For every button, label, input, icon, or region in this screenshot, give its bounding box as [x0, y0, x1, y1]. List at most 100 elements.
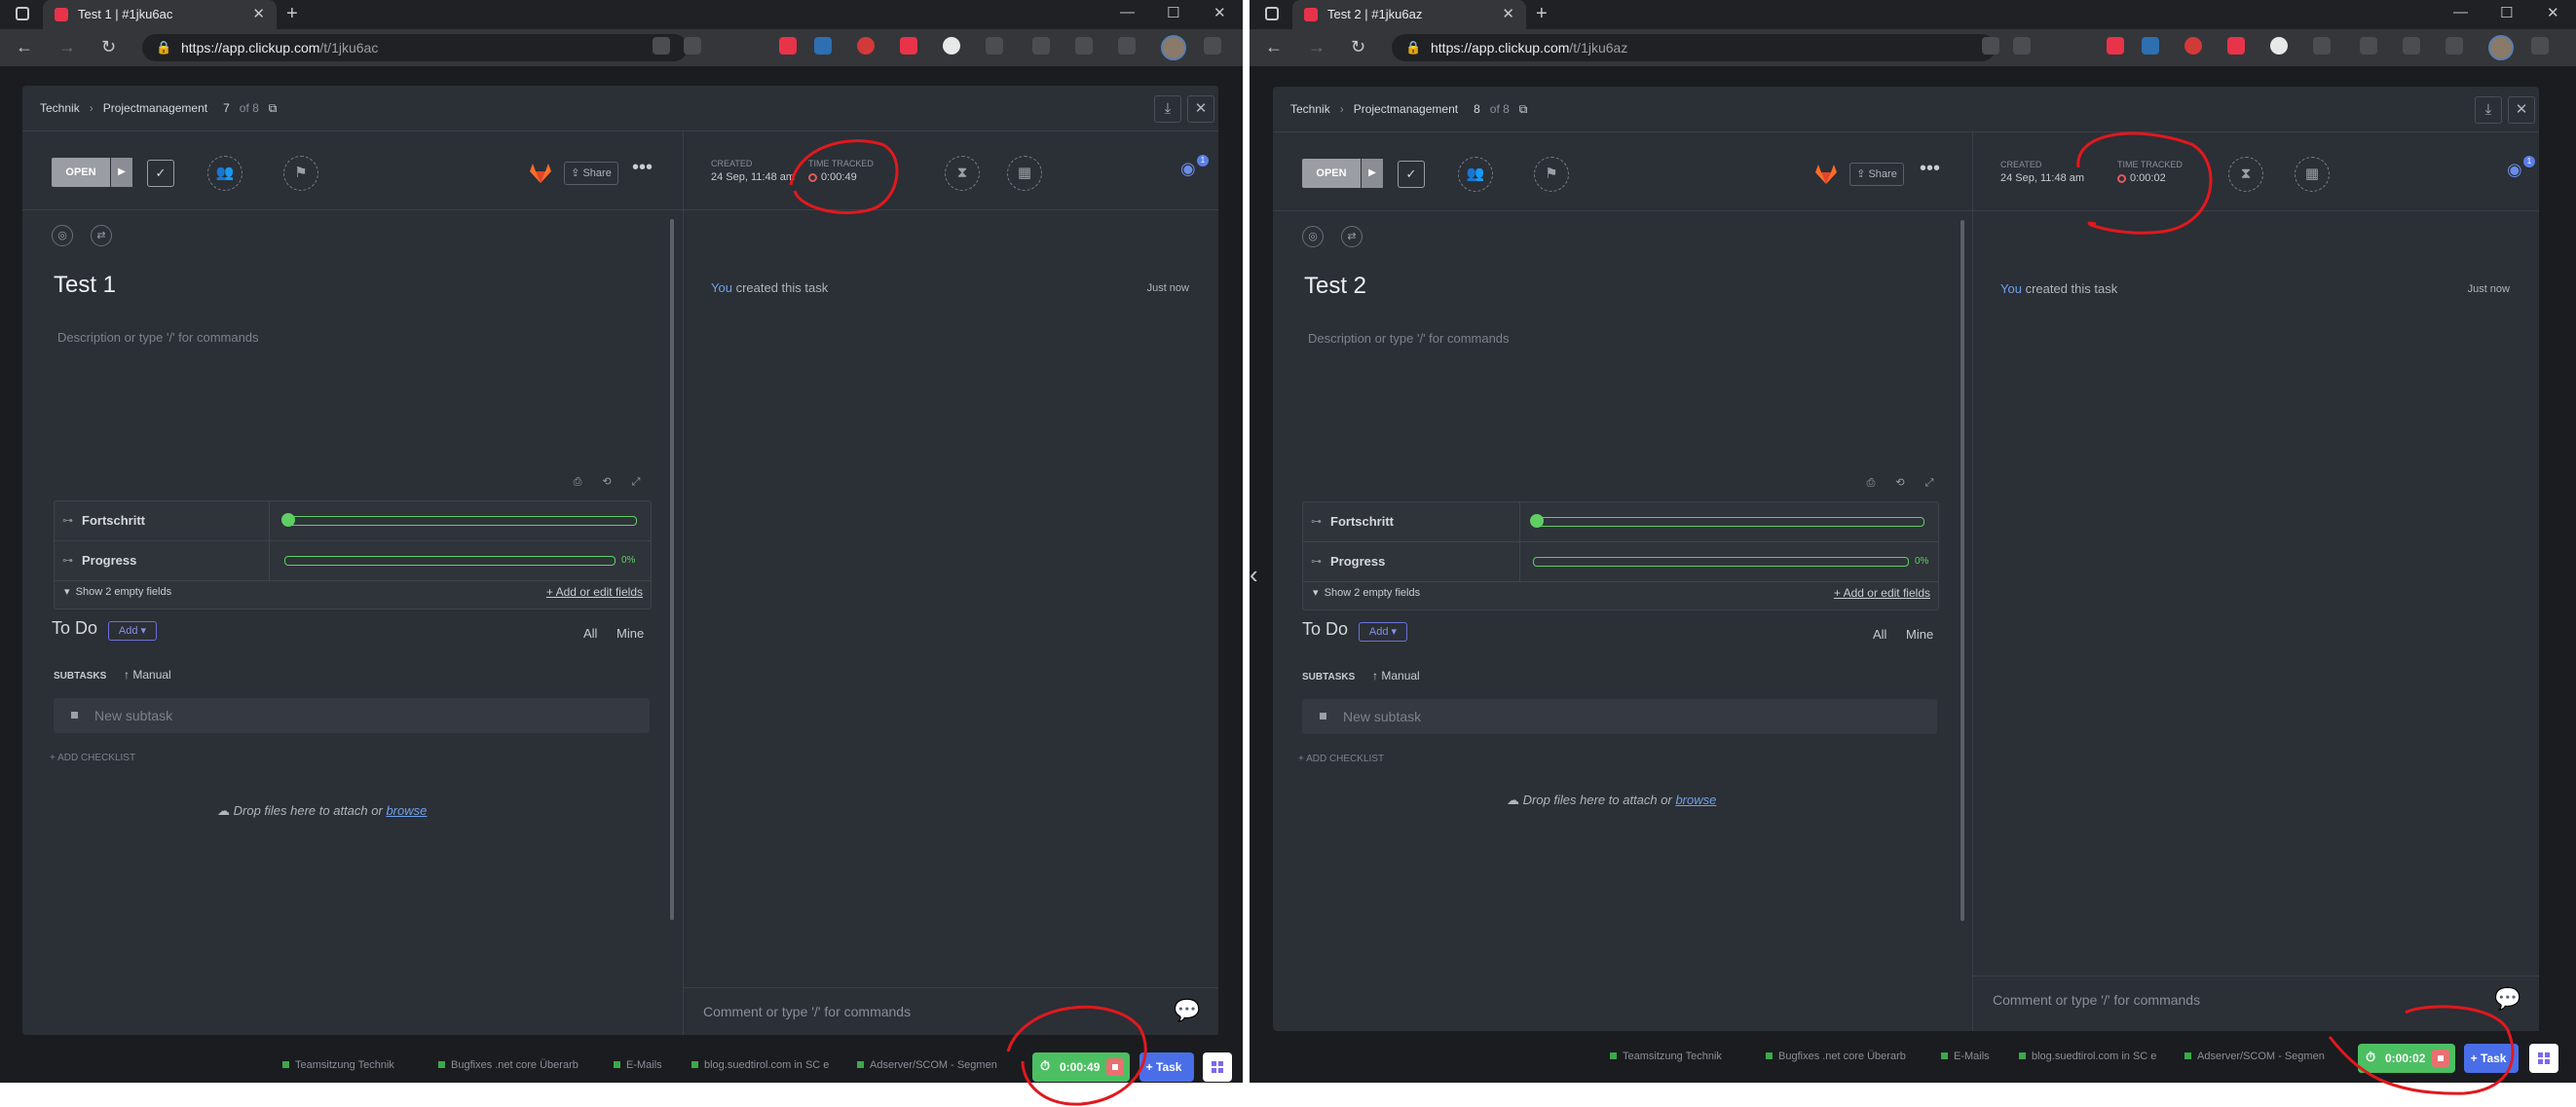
- favorite-star-icon[interactable]: [2013, 37, 2031, 55]
- close-window-icon[interactable]: ✕: [1213, 4, 1226, 21]
- chevron-left-icon[interactable]: ‹: [1250, 560, 1258, 590]
- open-in-new-icon[interactable]: ⧉: [269, 101, 278, 115]
- tray-item[interactable]: Bugfixes .net core Überarb: [1766, 1051, 1906, 1062]
- filter-mine[interactable]: Mine: [1906, 627, 1933, 642]
- tray-item[interactable]: blog.suedtirol.com in SC e: [2019, 1051, 2156, 1062]
- browser-menu-icon[interactable]: [1204, 37, 1221, 55]
- extensions-puzzle-icon[interactable]: [2313, 37, 2331, 55]
- add-todo-button[interactable]: Add ▾: [1359, 622, 1407, 642]
- extensions-puzzle-icon[interactable]: [986, 37, 1003, 55]
- tray-item[interactable]: Adserver/SCOM - Segmen: [2184, 1051, 2325, 1062]
- comment-bubble-icon[interactable]: 💬: [2494, 986, 2521, 1011]
- favorites-icon[interactable]: [1032, 37, 1050, 55]
- browse-link[interactable]: browse: [1675, 793, 1716, 807]
- description-placeholder[interactable]: Description or type '/' for commands: [1308, 331, 1510, 346]
- due-date-icon[interactable]: ▦: [1007, 156, 1042, 191]
- extension-calendar-icon[interactable]: [2107, 37, 2124, 55]
- relationships-icon[interactable]: ⇄: [1341, 226, 1363, 247]
- expand-icon[interactable]: ⤢: [626, 472, 646, 492]
- close-modal-icon[interactable]: ✕: [1187, 95, 1214, 123]
- comment-box[interactable]: Comment or type '/' for commands 💬: [1973, 976, 2539, 1031]
- add-edit-fields-link[interactable]: + Add or edit fields: [1834, 586, 1930, 600]
- activity-user[interactable]: You: [711, 280, 732, 295]
- profile-avatar[interactable]: [1161, 35, 1186, 60]
- fortschritt-slider[interactable]: [1530, 514, 1924, 528]
- dropzone[interactable]: ☁ Drop files here to attach or browse: [217, 803, 427, 819]
- add-todo-button[interactable]: Add ▾: [108, 621, 157, 641]
- favorite-star-icon[interactable]: [684, 37, 701, 55]
- reader-icon[interactable]: [653, 37, 670, 55]
- tray-item[interactable]: Teamsitzung Technik: [1610, 1051, 1722, 1062]
- sort-manual[interactable]: ↑ Manual: [124, 668, 171, 682]
- history-icon[interactable]: ⟲: [597, 472, 616, 492]
- next-status-icon[interactable]: ▶: [111, 158, 132, 187]
- time-tracked-value[interactable]: 0:00:02: [2117, 172, 2166, 184]
- slider-handle[interactable]: [1530, 514, 1544, 528]
- collections-icon[interactable]: [2403, 37, 2420, 55]
- fortschritt-slider[interactable]: [281, 513, 637, 527]
- stop-timer-icon[interactable]: [2432, 1050, 2449, 1067]
- downloads-icon[interactable]: [2445, 37, 2463, 55]
- new-tab-icon[interactable]: +: [286, 3, 298, 25]
- task-title[interactable]: Test 2: [1304, 273, 1366, 300]
- filter-all[interactable]: All: [1873, 627, 1886, 642]
- tray-item[interactable]: Bugfixes .net core Überarb: [438, 1059, 579, 1071]
- tray-item[interactable]: E-Mails: [1941, 1051, 1990, 1062]
- share-button[interactable]: ⇪ Share: [1849, 163, 1904, 186]
- status-dropdown[interactable]: OPEN ▶: [1302, 159, 1383, 188]
- minimize-icon[interactable]: —: [1120, 4, 1135, 20]
- browser-menu-icon[interactable]: [2531, 37, 2549, 55]
- maximize-icon[interactable]: ☐: [1167, 4, 1179, 21]
- reload-icon[interactable]: ↻: [101, 37, 116, 57]
- mark-complete-button[interactable]: ✓: [147, 160, 174, 187]
- tray-item[interactable]: Adserver/SCOM - Segmen: [857, 1059, 997, 1071]
- profile-avatar[interactable]: [2488, 35, 2514, 60]
- url-field[interactable]: 🔒 https://app.clickup.com/t/1jku6ac: [142, 34, 688, 61]
- new-subtask-input[interactable]: New subtask: [1302, 699, 1937, 734]
- new-tab-icon[interactable]: +: [1536, 3, 1548, 25]
- apps-grid-icon[interactable]: [2529, 1044, 2558, 1073]
- minimize-modal-icon[interactable]: ⤓: [2475, 96, 2502, 124]
- minimize-icon[interactable]: —: [2453, 4, 2468, 20]
- maximize-icon[interactable]: ☐: [2500, 4, 2513, 21]
- browser-tab[interactable]: Test 1 | #1jku6ac ✕: [43, 0, 277, 29]
- priority-flag-icon[interactable]: ⚑: [283, 156, 318, 191]
- due-date-icon[interactable]: ▦: [2295, 157, 2330, 192]
- new-task-button[interactable]: + Task: [1139, 1052, 1194, 1082]
- assign-user-icon[interactable]: 👥: [207, 156, 243, 191]
- extension-c-icon[interactable]: [900, 37, 917, 55]
- new-task-button[interactable]: + Task: [2464, 1044, 2519, 1073]
- more-options-icon[interactable]: •••: [1920, 158, 1940, 180]
- tray-item[interactable]: Teamsitzung Technik: [282, 1059, 394, 1071]
- scrollbar[interactable]: [670, 219, 674, 920]
- filter-mine[interactable]: Mine: [616, 626, 644, 641]
- scrollbar[interactable]: [1960, 220, 1964, 921]
- browse-link[interactable]: browse: [386, 803, 427, 818]
- extension-c-icon[interactable]: [2227, 37, 2245, 55]
- tray-item[interactable]: E-Mails: [614, 1059, 662, 1071]
- sort-manual[interactable]: ↑ Manual: [1372, 669, 1420, 683]
- back-icon[interactable]: ←: [1265, 37, 1283, 57]
- next-status-icon[interactable]: ▶: [1362, 159, 1383, 188]
- print-icon[interactable]: ⎙: [568, 472, 587, 492]
- extension-s-icon[interactable]: [814, 37, 832, 55]
- tags-icon[interactable]: ◎: [1302, 226, 1324, 247]
- open-in-new-icon[interactable]: ⧉: [1519, 102, 1528, 116]
- breadcrumb-folder[interactable]: Projectmanagement: [1354, 102, 1458, 116]
- slider-handle[interactable]: [281, 513, 295, 527]
- time-estimate-icon[interactable]: ⧗: [945, 156, 980, 191]
- stop-timer-icon[interactable]: [1106, 1058, 1124, 1076]
- priority-flag-icon[interactable]: ⚑: [1534, 157, 1569, 192]
- show-empty-fields-toggle[interactable]: ▾ Show 2 empty fields: [64, 585, 171, 598]
- filter-all[interactable]: All: [583, 626, 597, 641]
- close-modal-icon[interactable]: ✕: [2508, 96, 2535, 124]
- breadcrumb-folder[interactable]: Projectmanagement: [103, 101, 207, 115]
- tab-actions-icon[interactable]: [16, 7, 29, 20]
- apps-grid-icon[interactable]: [1203, 1052, 1232, 1082]
- extension-abp-icon[interactable]: [2184, 37, 2202, 55]
- time-tracked-value[interactable]: 0:00:49: [808, 171, 857, 183]
- task-title[interactable]: Test 1: [54, 272, 116, 299]
- show-empty-fields-toggle[interactable]: ▾ Show 2 empty fields: [1313, 586, 1420, 599]
- forward-icon[interactable]: →: [1308, 37, 1325, 57]
- url-field[interactable]: 🔒 https://app.clickup.com/t/1jku6az: [1392, 34, 1996, 61]
